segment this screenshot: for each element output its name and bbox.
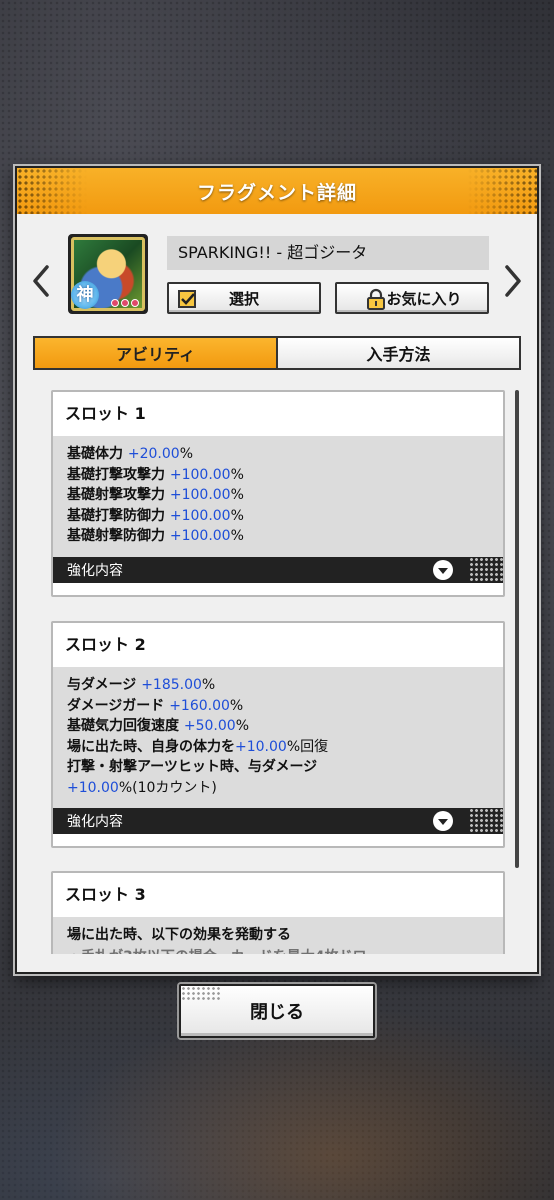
chevron-right-icon [505, 265, 521, 297]
effect-line: ・手札が3枚以下の場合、カードを最大4枚ドロー [67, 946, 489, 955]
header-pattern-left [17, 168, 87, 214]
effect-line: 基礎打撃攻撃力 +100.00% [67, 466, 244, 483]
slot-title: スロット 3 [53, 873, 503, 917]
enhancement-toggle[interactable]: 強化内容 [53, 556, 503, 583]
scrollbar[interactable] [515, 390, 519, 868]
tab-ability[interactable]: アビリティ [35, 338, 276, 368]
slot-title: スロット 1 [53, 392, 503, 436]
effect-line: 打撃・射撃アーツヒット時、与ダメージ [67, 759, 318, 775]
effect-line: +10.00%(10カウント) [67, 779, 217, 796]
effect-line: 基礎気力回復速度 +50.00% [67, 718, 249, 734]
enhancement-toggle[interactable]: 強化内容 [53, 808, 503, 834]
effect-line: 場に出た時、自身の体力を+10.00%回復 [67, 738, 329, 755]
detail-tabs: アビリティ 入手方法 [33, 336, 521, 370]
effect-line: 場に出た時、以下の効果を発動する [67, 927, 291, 943]
fragment-detail-dialog: フラグメント詳細 神 SPARKING!! - 超ゴジータ 選択 お気に入り ア… [15, 166, 539, 974]
slot-effects: 場に出た時、以下の効果を発動する ・手札が3枚以下の場合、カードを最大4枚ドロー [53, 917, 503, 954]
prev-fragment-button[interactable] [31, 264, 51, 298]
chevron-left-icon [33, 265, 49, 297]
slot-card: スロット 3 場に出た時、以下の効果を発動する ・手札が3枚以下の場合、カードを… [51, 871, 505, 954]
enhancement-label: 強化内容 [67, 814, 123, 830]
slot-card: スロット 1 基礎体力 +20.00% 基礎打撃攻撃力 +100.00% 基礎射… [51, 390, 505, 597]
header-pattern-right [467, 168, 537, 214]
slot-effects: 与ダメージ +185.00% ダメージガード +160.00% 基礎気力回復速度… [53, 667, 503, 808]
tab-acquisition[interactable]: 入手方法 [276, 338, 519, 368]
fragment-portrait[interactable]: 神 [68, 234, 148, 314]
checkbox-icon [178, 290, 196, 308]
dialog-title: フラグメント詳細 [196, 181, 357, 204]
bar-pattern [469, 556, 503, 583]
slot-card: スロット 2 与ダメージ +185.00% ダメージガード +160.00% 基… [51, 621, 505, 848]
effect-line: 基礎打撃防御力 +100.00% [67, 507, 244, 524]
effect-line: 与ダメージ +185.00% [67, 677, 216, 693]
select-label: 選択 [228, 289, 259, 308]
chevron-down-icon [433, 811, 453, 831]
fragment-name: SPARKING!! - 超ゴジータ [167, 236, 489, 270]
favorite-label: お気に入り [386, 289, 462, 308]
effect-line: 基礎射撃防御力 +100.00% [67, 528, 244, 544]
select-button[interactable]: 選択 [167, 282, 321, 314]
ability-list[interactable]: スロット 1 基礎体力 +20.00% 基礎打撃攻撃力 +100.00% 基礎射… [17, 390, 537, 954]
chevron-down-icon [433, 559, 453, 580]
effect-line: 基礎体力 +20.00% [67, 446, 193, 462]
slot-effects: 基礎体力 +20.00% 基礎打撃攻撃力 +100.00% 基礎射撃攻撃力 +1… [53, 436, 503, 557]
button-pattern [181, 986, 221, 1002]
close-button[interactable]: 閉じる [179, 984, 375, 1038]
favorite-button[interactable]: お気に入り [335, 282, 489, 314]
effect-line: ダメージガード +160.00% [67, 697, 244, 714]
bar-pattern [469, 808, 503, 834]
dialog-header: フラグメント詳細 [17, 168, 537, 214]
next-fragment-button[interactable] [503, 264, 523, 298]
rarity-badge: 神 [71, 281, 99, 309]
rank-dots [111, 299, 139, 307]
close-label: 閉じる [250, 1002, 304, 1023]
effect-line: 基礎射撃攻撃力 +100.00% [67, 487, 244, 503]
enhancement-label: 強化内容 [67, 562, 123, 579]
slot-title: スロット 2 [53, 623, 503, 667]
lock-icon [367, 288, 385, 310]
